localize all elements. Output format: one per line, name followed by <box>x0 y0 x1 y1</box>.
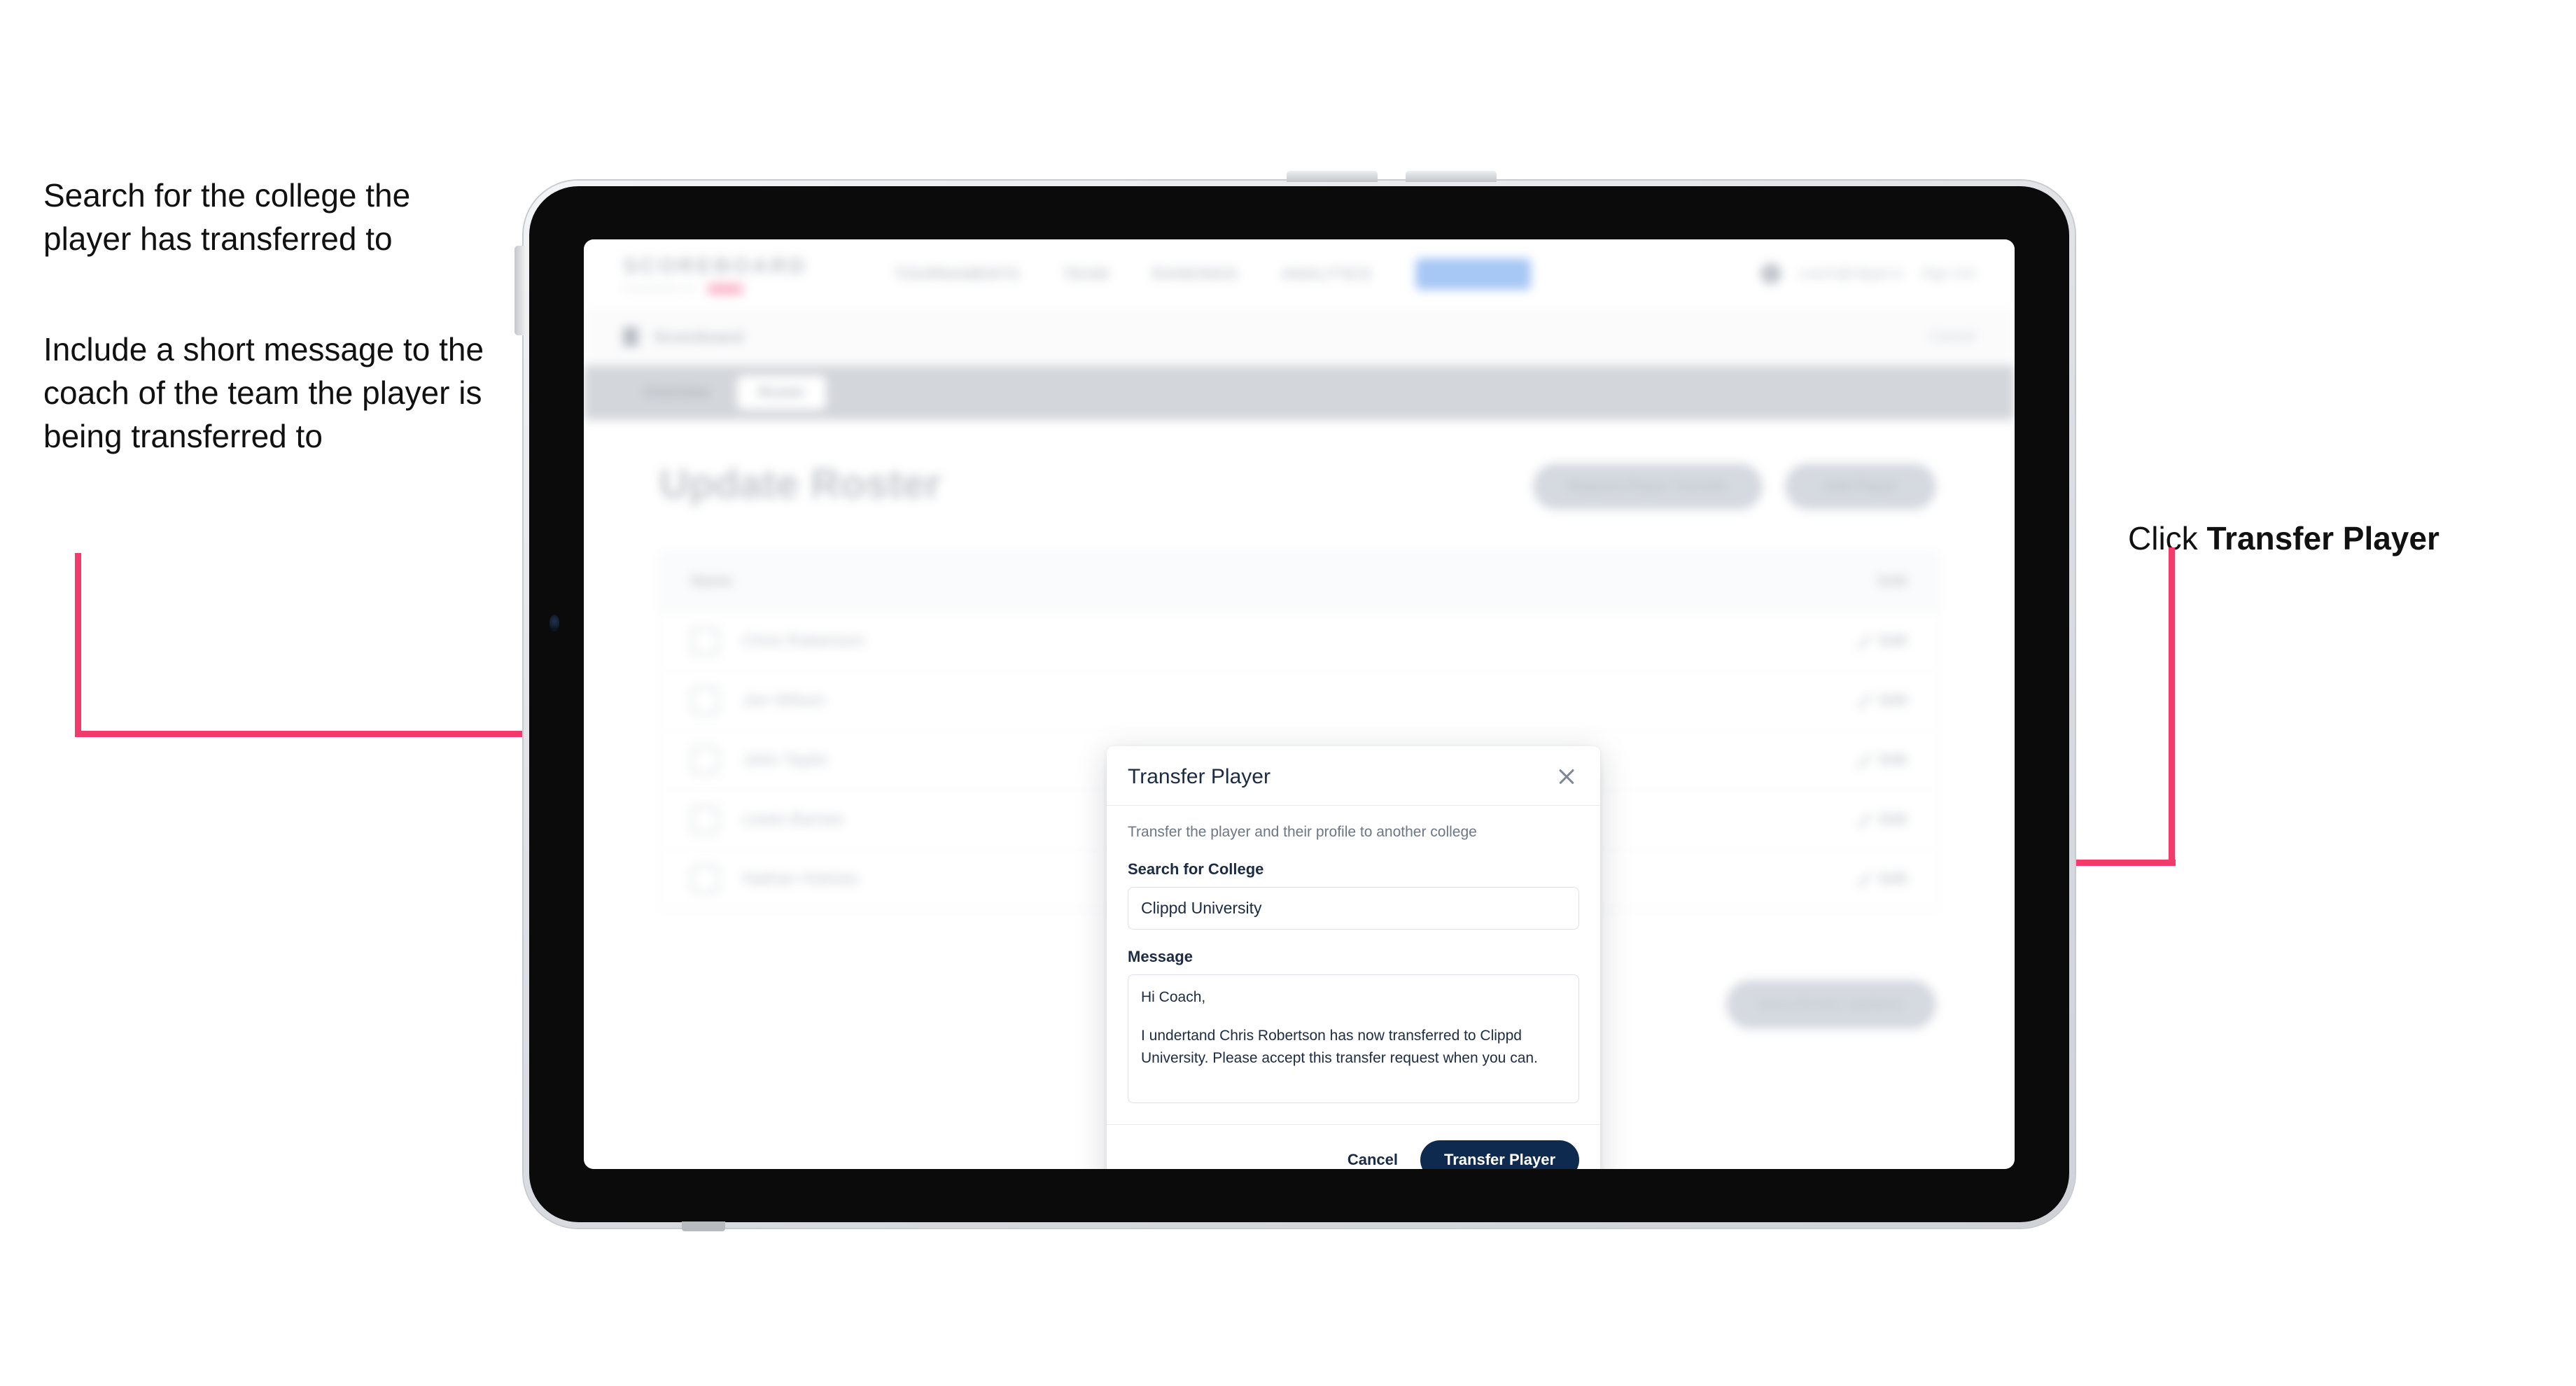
breadcrumb: Scoreboard Cancel <box>584 308 2015 366</box>
app-logo-badge <box>707 283 744 295</box>
row-checkbox[interactable] <box>691 627 719 655</box>
row-edit-label: Edit <box>1879 633 1907 649</box>
app-logo-subrow: POWERED BY <box>623 283 808 295</box>
row-checkbox[interactable] <box>691 687 719 715</box>
table-row[interactable]: Jon Wilson Edit <box>660 671 1938 731</box>
modal-subtitle: Transfer the player and their profile to… <box>1128 824 1477 840</box>
app-account-area: coach@clippd.io Sign Out <box>1760 263 1975 284</box>
row-edit-label: Edit <box>1879 871 1907 887</box>
cancel-button[interactable]: Cancel <box>1343 1144 1402 1169</box>
annotation-arrow-left-vertical <box>75 553 81 736</box>
tab-roster[interactable]: Roster <box>737 376 826 410</box>
modal-header: Transfer Player <box>1107 746 1600 806</box>
row-checkbox[interactable] <box>691 865 719 893</box>
player-name: John Taylor <box>743 750 829 769</box>
annotation-include-message: Include a short message to the coach of … <box>43 331 484 455</box>
annotation-click-transfer: Click Transfer Player <box>2128 473 2562 560</box>
roster-column-edit: Edit <box>1878 572 1907 589</box>
account-email: coach@clippd.io <box>1800 265 1903 281</box>
annotation-right-prefix: Click <box>2128 520 2207 557</box>
player-name: Chris Robertson <box>743 631 864 650</box>
roster-column-name: Name <box>691 572 733 589</box>
row-edit-link[interactable]: Edit <box>1856 811 1907 828</box>
transfer-player-modal: Transfer Player Transfer the player and … <box>1107 746 1600 1169</box>
nav-item-analytics[interactable]: ANALYTICS <box>1281 265 1372 284</box>
message-line-1: Hi Coach, <box>1141 989 1206 1005</box>
row-checkbox[interactable] <box>691 746 719 774</box>
tablet-bezel: SCOREBOARD POWERED BY TOURNAMENTS TEAM R… <box>529 186 2069 1231</box>
device-bottom-marker <box>682 1222 725 1231</box>
row-edit-label: Edit <box>1879 692 1907 708</box>
app-logo-text: SCOREBOARD <box>623 253 808 278</box>
search-college-input[interactable]: Clippd University <box>1128 887 1579 930</box>
message-field-label: Message <box>1128 948 1193 965</box>
breadcrumb-label[interactable]: Scoreboard <box>654 328 743 346</box>
annotation-search-college: Search for the college the player has tr… <box>43 177 411 258</box>
request-player-transfer-button[interactable]: Request Player Transfer <box>1533 463 1763 510</box>
breadcrumb-icon <box>623 327 638 346</box>
app-nav-items: TOURNAMENTS TEAM RANKINGS ANALYTICS UPGR… <box>895 258 1532 290</box>
college-field-label: Search for College <box>1128 860 1264 878</box>
add-player-button[interactable]: Add Player <box>1785 463 1936 510</box>
power-button[interactable] <box>514 246 525 335</box>
nav-item-team[interactable]: TEAM <box>1063 265 1108 284</box>
row-edit-link[interactable]: Edit <box>1856 871 1907 888</box>
pencil-icon <box>1856 634 1872 649</box>
player-name: Lewis Barnes <box>743 810 844 829</box>
app-logo[interactable]: SCOREBOARD POWERED BY <box>623 253 808 295</box>
page-title: Update Roster <box>659 461 941 507</box>
row-checkbox[interactable] <box>691 806 719 834</box>
row-edit-link[interactable]: Edit <box>1856 633 1907 650</box>
player-name: Nathan Holmes <box>743 869 859 888</box>
app-tab-bar: Overview Roster <box>584 365 2015 420</box>
avatar[interactable] <box>1760 263 1782 284</box>
app-logo-subtext: POWERED BY <box>623 284 699 294</box>
transfer-player-button[interactable]: Transfer Player <box>1420 1140 1579 1169</box>
pencil-icon <box>1856 752 1872 768</box>
nav-upgrade-button[interactable]: UPGRADE <box>1415 258 1532 290</box>
close-icon[interactable] <box>1554 764 1579 790</box>
row-edit-label: Edit <box>1879 811 1907 827</box>
tablet-device-frame: SCOREBOARD POWERED BY TOURNAMENTS TEAM R… <box>514 171 2075 1231</box>
pencil-icon <box>1856 872 1872 887</box>
table-row[interactable]: Chris Robertson Edit <box>660 612 1938 671</box>
modal-title: Transfer Player <box>1128 765 1270 788</box>
modal-footer: Cancel Transfer Player <box>1107 1124 1600 1169</box>
row-edit-label: Edit <box>1879 752 1907 768</box>
message-line-2: I undertand Chris Robertson has now tran… <box>1141 1027 1538 1067</box>
volume-up-button[interactable] <box>1287 171 1378 182</box>
pencil-icon <box>1856 812 1872 827</box>
annotation-right-bold: Transfer Player <box>2206 520 2440 557</box>
pencil-icon <box>1856 693 1872 708</box>
row-edit-link[interactable]: Edit <box>1856 752 1907 769</box>
volume-down-button[interactable] <box>1406 171 1497 182</box>
tablet-screen: SCOREBOARD POWERED BY TOURNAMENTS TEAM R… <box>584 239 2015 1169</box>
breadcrumb-cancel-link[interactable]: Cancel <box>1930 328 1975 345</box>
app-top-navigation: SCOREBOARD POWERED BY TOURNAMENTS TEAM R… <box>584 239 2015 309</box>
tab-overview[interactable]: Overview <box>623 376 730 410</box>
nav-item-tournaments[interactable]: TOURNAMENTS <box>895 265 1019 284</box>
row-edit-link[interactable]: Edit <box>1856 692 1907 709</box>
annotation-arrow-right-vertical <box>2169 547 2175 862</box>
save-roster-updates-button[interactable]: Save Roster Updates <box>1726 980 1936 1029</box>
front-camera-icon <box>550 615 559 631</box>
player-name: Jon Wilson <box>743 691 825 710</box>
roster-table-header: Name Edit <box>660 551 1938 612</box>
message-textarea[interactable]: Hi Coach, I undertand Chris Robertson ha… <box>1128 974 1579 1103</box>
nav-item-rankings[interactable]: RANKINGS <box>1152 265 1238 284</box>
modal-body: Transfer the player and their profile to… <box>1107 806 1600 1124</box>
sign-out-link[interactable]: Sign Out <box>1921 266 1975 282</box>
